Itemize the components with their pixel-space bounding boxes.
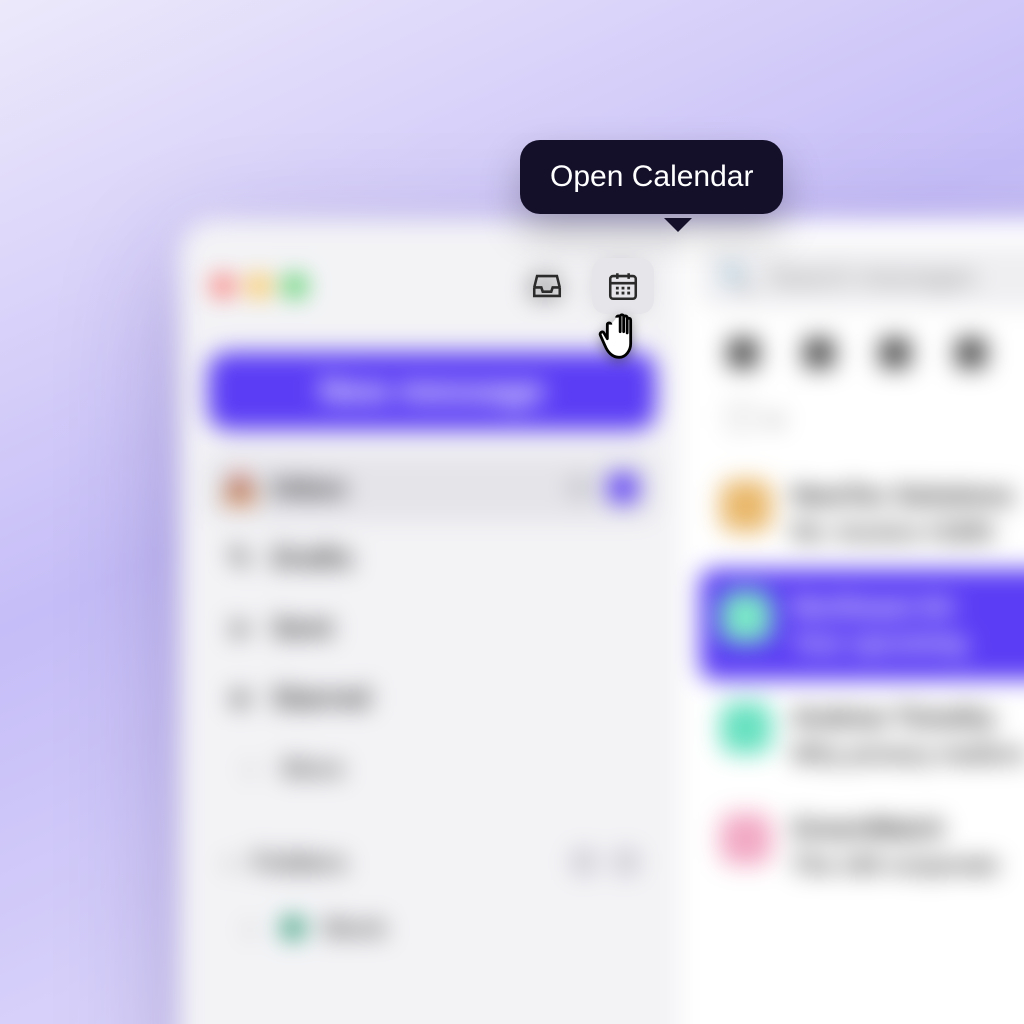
select-all-checkbox[interactable] [728,404,754,430]
mail-view-button[interactable] [516,258,578,314]
window-close-button[interactable] [212,275,234,297]
sidebar-nav: 📥 Inbox ✎ Drafts ➤ Sent ★ Starred [208,456,656,960]
folder-settings-button[interactable] [614,850,638,874]
trash-icon[interactable] [804,338,834,368]
count-muted [568,477,590,499]
folder-color-dot [282,917,304,939]
sent-icon: ➤ [226,614,254,642]
window-zoom-button[interactable] [284,275,306,297]
sidebar: New message 📥 Inbox ✎ Drafts ➤ Sent [180,220,680,1024]
message-row[interactable]: Andrew Timothy Why privacy matters [700,680,1024,791]
drafts-icon: ✎ [226,544,254,572]
inbox-icon: 📥 [226,474,254,502]
window-titlebar [208,250,656,332]
message-subject: Your upcoming [792,630,966,658]
sidebar-item-more[interactable]: › More [208,736,656,800]
message-row[interactable]: NewTec Solutions Re: Invoice #1805 [700,458,1024,569]
message-row[interactable]: GreenWatch The 100 corporate [700,791,1024,902]
star-icon: ★ [226,684,254,712]
sidebar-item-inbox[interactable]: 📥 Inbox [208,456,656,520]
add-folder-button[interactable] [572,850,596,874]
sidebar-item-label: More [282,753,344,784]
message-toolbar [700,330,1024,372]
select-all-row[interactable] [700,394,1024,436]
search-icon: 🔍 [720,262,752,293]
message-list: NewTec Solutions Re: Invoice #1805 North… [700,458,1024,902]
chevron-right-icon: › [236,754,264,782]
more-icon[interactable] [956,338,986,368]
message-subject: The 100 corporate [792,852,999,880]
folders-header-label: Folders [253,847,347,878]
message-pane: 🔍 Search messages NewTec Solutions Re: [680,220,1024,1024]
compose-icon[interactable] [728,338,758,368]
window-minimize-button[interactable] [248,275,270,297]
message-sender: GreenWatch [792,813,999,844]
message-subject: Re: Invoice #1805 [792,519,1014,547]
select-dropdown-icon[interactable] [765,407,785,427]
folder-label: Work [322,913,387,944]
new-message-label: New message [320,372,545,411]
sidebar-item-label: Inbox [272,472,347,504]
sidebar-item-label: Sent [272,612,333,644]
message-sender: NewTec Solutions [792,480,1014,511]
archive-icon[interactable] [880,338,910,368]
search-placeholder: Search messages [768,262,976,293]
avatar [720,813,772,865]
sidebar-item-label: Starred [272,682,370,714]
app-window: New message 📥 Inbox ✎ Drafts ➤ Sent [180,220,1024,1024]
inbox-icon [530,269,564,303]
search-input[interactable]: 🔍 Search messages [700,246,1024,308]
sidebar-item-label: Drafts [272,542,353,574]
folders-header-row[interactable]: › Folders [208,834,656,890]
folder-item-work[interactable]: › Work [208,896,656,960]
sidebar-item-sent[interactable]: ➤ Sent [208,596,656,660]
chevron-right-icon: › [226,847,235,878]
message-subject: Why privacy matters [792,741,1024,769]
unread-badge [608,473,638,503]
calendar-icon [606,269,640,303]
avatar [720,480,772,532]
message-row[interactable]: Northeast Air Your upcoming [700,569,1024,680]
calendar-view-button[interactable] [592,258,654,314]
message-sender: Andrew Timothy [792,702,1024,733]
new-message-button[interactable]: New message [208,352,656,430]
sidebar-item-drafts[interactable]: ✎ Drafts [208,526,656,590]
avatar [720,591,772,643]
traffic-lights [212,275,306,297]
chevron-right-icon: › [236,914,264,942]
sidebar-item-starred[interactable]: ★ Starred [208,666,656,730]
avatar [720,702,772,754]
message-sender: Northeast Air [792,591,966,622]
